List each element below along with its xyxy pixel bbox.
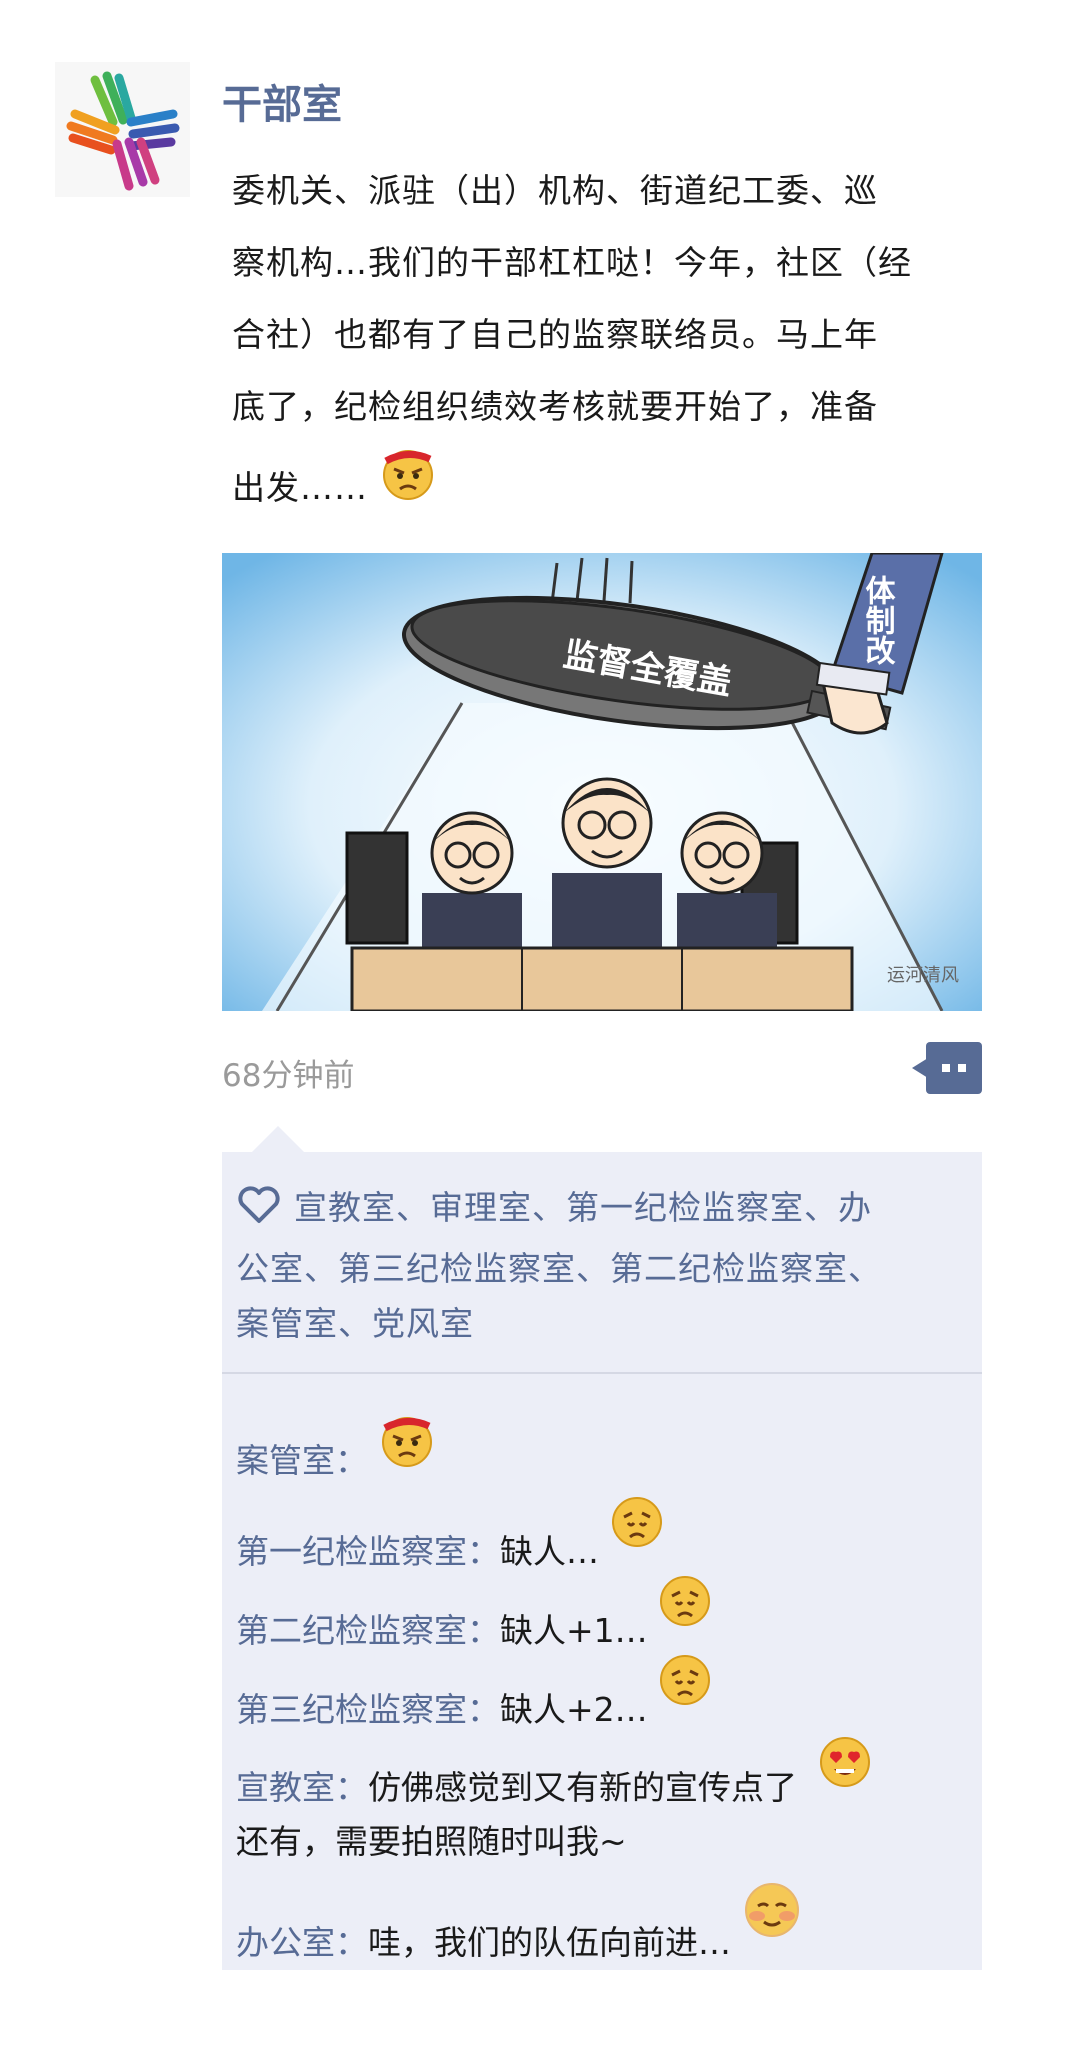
image-arm-text: 体制改 — [860, 575, 896, 666]
likes-line: 宣教室、审理室、第一纪检监察室、办 — [236, 1180, 971, 1241]
post-text-line-last: 出发…… — [232, 443, 992, 533]
likes-list: 宣教室、审理室、第一纪检监察室、办 公室、第三纪检监察室、第二纪检监察室、 案管… — [236, 1180, 971, 1351]
comment-author[interactable]: 宣教室： — [236, 1768, 368, 1807]
comment-item[interactable]: 案管室： — [236, 1412, 976, 1491]
post-text-line: 委机关、派驻（出）机构、街道纪工委、巡 — [232, 171, 878, 210]
comment-text: 缺人+2… — [500, 1690, 648, 1729]
avatar[interactable] — [55, 62, 190, 197]
comment-author[interactable]: 第三纪检监察室： — [236, 1690, 500, 1729]
sad-face-emoji — [610, 1495, 664, 1568]
comment-more-icon — [912, 1042, 982, 1094]
post-text-line: 察机构…我们的干部杠杠哒！今年，社区（经 — [232, 243, 912, 282]
likes-names[interactable]: 案管室、党风室 — [236, 1296, 971, 1351]
comment-text-continued: 还有，需要拍照随时叫我~ — [236, 1822, 627, 1861]
heart-eyes-emoji — [818, 1735, 872, 1808]
post-text-line: 底了，纪检组织绩效考核就要开始了，准备 — [232, 387, 878, 426]
comment-text: 缺人+1… — [500, 1611, 648, 1650]
heart-icon — [236, 1185, 282, 1241]
comment-more-button[interactable] — [912, 1042, 982, 1094]
comment-item[interactable]: 第一纪检监察室：缺人… — [236, 1495, 976, 1582]
comment-author[interactable]: 第一纪检监察室： — [236, 1532, 500, 1571]
sad-face-emoji — [658, 1574, 712, 1647]
comment-author[interactable]: 第二纪检监察室： — [236, 1611, 500, 1650]
comment-item[interactable]: 第二纪检监察室：缺人+1… — [236, 1574, 976, 1661]
comment-first-line: 宣教室：仿佛感觉到又有新的宣传点了 — [236, 1735, 976, 1818]
panel-arrow — [252, 1126, 304, 1152]
comment-author[interactable]: 案管室： — [236, 1441, 368, 1480]
comment-text: 仿佛感觉到又有新的宣传点了 — [368, 1768, 797, 1807]
post-image[interactable]: 监督全覆盖 体制改 运河清风 — [222, 553, 982, 1011]
comment-text: 缺人… — [500, 1532, 599, 1571]
angry-face-emoji — [379, 1412, 435, 1487]
likes-comments-divider — [222, 1372, 982, 1374]
post-timestamp: 68分钟前 — [222, 1058, 355, 1094]
post-text: 委机关、派驻（出）机构、街道纪工委、巡 察机构…我们的干部杠杠哒！今年，社区（经… — [232, 155, 992, 533]
comment-item[interactable]: 第三纪检监察室：缺人+2… — [236, 1653, 976, 1740]
image-watermark: 运河清风 — [887, 965, 959, 986]
sad-face-emoji — [658, 1653, 712, 1726]
avatar-logo-icon — [66, 71, 180, 191]
comment-item[interactable]: 办公室：哇，我们的队伍向前进… — [236, 1880, 976, 1973]
angry-face-emoji — [380, 445, 436, 535]
blush-face-emoji — [742, 1880, 802, 1959]
poster-name[interactable]: 干部室 — [222, 72, 342, 130]
comment-text: 哇，我们的队伍向前进… — [368, 1923, 731, 1962]
post-text-line: 合社）也都有了自己的监察联络员。马上年 — [232, 315, 878, 354]
likes-names[interactable]: 宣教室、审理室、第一纪检监察室、办 — [294, 1188, 872, 1227]
comment-item[interactable]: 宣教室：仿佛感觉到又有新的宣传点了 还有，需要拍照随时叫我~ — [236, 1735, 976, 1872]
likes-names[interactable]: 公室、第三纪检监察室、第二纪检监察室、 — [236, 1241, 971, 1296]
post-text-line: 出发…… — [232, 468, 368, 507]
comment-author[interactable]: 办公室： — [236, 1923, 368, 1962]
